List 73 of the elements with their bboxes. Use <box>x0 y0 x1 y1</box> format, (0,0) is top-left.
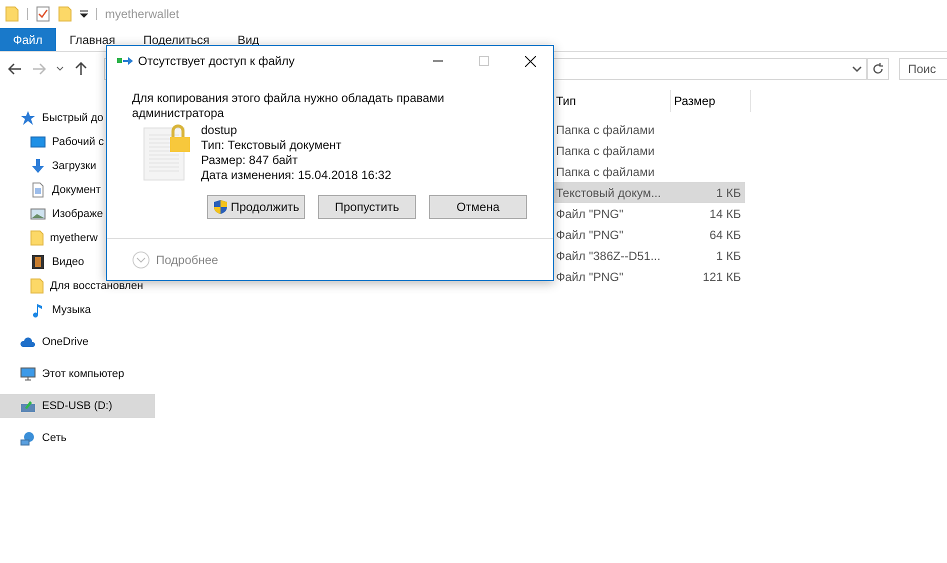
computer-icon <box>20 366 36 382</box>
image-icon <box>30 206 46 222</box>
table-row[interactable]: Текстовый докум... 1 КБ <box>553 182 745 203</box>
table-cell-text: Файл "PNG" <box>555 226 624 244</box>
file-size: Размер: 847 байт <box>201 153 299 168</box>
folder-icon <box>58 6 72 22</box>
sidebar-item[interactable]: Для восстановлен <box>0 274 155 298</box>
chevron-circle-icon <box>132 250 150 268</box>
folder-icon <box>30 230 44 246</box>
table-cell-text: Текстовый докум... <box>555 184 662 202</box>
sidebar-item[interactable]: Загрузки <box>0 154 155 178</box>
table-cell-text: Файл "PNG" <box>555 206 624 222</box>
table-row[interactable]: Файл "PNG" 121 КБ <box>553 266 745 287</box>
table-cell-text: 121 КБ <box>702 268 742 286</box>
close-icon <box>524 56 536 66</box>
table-cell-text: 64 КБ <box>708 226 742 244</box>
sidebar-item[interactable]: Документ <box>0 178 155 202</box>
sidebar-item[interactable]: Этот компьютер <box>0 362 155 386</box>
dialog-button[interactable]: Отмена <box>429 195 527 219</box>
refresh-icon[interactable] <box>867 58 889 80</box>
sidebar-item[interactable]: OneDrive <box>0 330 155 354</box>
folder-icon <box>5 6 19 22</box>
document-icon <box>30 182 46 198</box>
folder-icon <box>30 278 44 294</box>
up-arrow-icon[interactable] <box>74 62 88 76</box>
table-cell-text: 14 КБ <box>708 206 742 222</box>
sidebar-item[interactable]: myetherw <box>0 226 155 250</box>
back-arrow-icon[interactable] <box>8 62 22 76</box>
monitor-icon <box>30 134 46 150</box>
usb-drive-icon <box>20 398 36 414</box>
file-modified-date: Дата изменения: 15.04.2018 16:32 <box>201 168 392 183</box>
sidebar-item[interactable]: Сеть <box>0 426 155 450</box>
dialog-button[interactable]: Продолжить <box>207 195 305 219</box>
file-name: dostup <box>201 123 238 138</box>
column-header[interactable]: Размер <box>671 90 751 112</box>
sidebar-item[interactable]: Музыка <box>0 298 155 322</box>
locked-document-icon <box>143 123 191 181</box>
checklist-icon[interactable] <box>36 6 50 22</box>
ribbon-tab[interactable]: Главная <box>56 30 130 48</box>
dialog-title: Отсутствует доступ к файлу <box>138 53 296 70</box>
ribbon-tab[interactable]: Вид <box>223 30 274 48</box>
table-cell-text: Файл "386Z--D51... <box>555 248 662 264</box>
table-row[interactable]: Файл "386Z--D51... 1 КБ <box>553 245 745 266</box>
film-icon <box>30 254 46 270</box>
table-cell-text: 1 КБ <box>715 248 742 264</box>
table-row[interactable]: Папка с файлами <box>553 119 745 140</box>
copy-arrow-icon <box>117 56 133 66</box>
dropdown-icon[interactable] <box>80 10 88 18</box>
maximize-icon <box>479 56 489 66</box>
file-menu-button[interactable]: Файл <box>0 28 56 51</box>
star-icon <box>20 110 36 126</box>
table-cell-text: 1 КБ <box>715 184 742 202</box>
sidebar-item[interactable]: Рабочий с <box>0 130 155 154</box>
window-title: myetherwallet <box>105 6 180 23</box>
network-icon <box>20 430 36 446</box>
sidebar-item[interactable]: Изображе <box>0 202 155 226</box>
chevron-down-icon[interactable] <box>852 64 862 74</box>
table-row[interactable]: Файл "PNG" 64 КБ <box>553 224 745 245</box>
shield-icon <box>212 199 228 215</box>
table-row[interactable]: Папка с файлами <box>553 161 745 182</box>
table-row[interactable]: Файл "PNG" 14 КБ <box>553 203 745 224</box>
chevron-down-icon[interactable] <box>56 65 64 73</box>
file-type: Тип: Текстовый документ <box>201 138 342 153</box>
table-cell-text: Папка с файлами <box>555 164 656 180</box>
table-cell-text: Папка с файлами <box>555 122 656 138</box>
search-field[interactable]: Поис <box>899 58 947 80</box>
ribbon-tab[interactable]: Поделиться <box>129 30 224 48</box>
table-row[interactable]: Папка с файлами <box>553 140 745 161</box>
down-arrow-icon <box>30 158 46 174</box>
table-cell-text: Папка с файлами <box>555 142 656 160</box>
sidebar-item[interactable]: ESD-USB (D:) <box>0 394 155 418</box>
table-cell-text: Файл "PNG" <box>555 268 624 286</box>
dialog-button[interactable]: Пропустить <box>318 195 416 219</box>
